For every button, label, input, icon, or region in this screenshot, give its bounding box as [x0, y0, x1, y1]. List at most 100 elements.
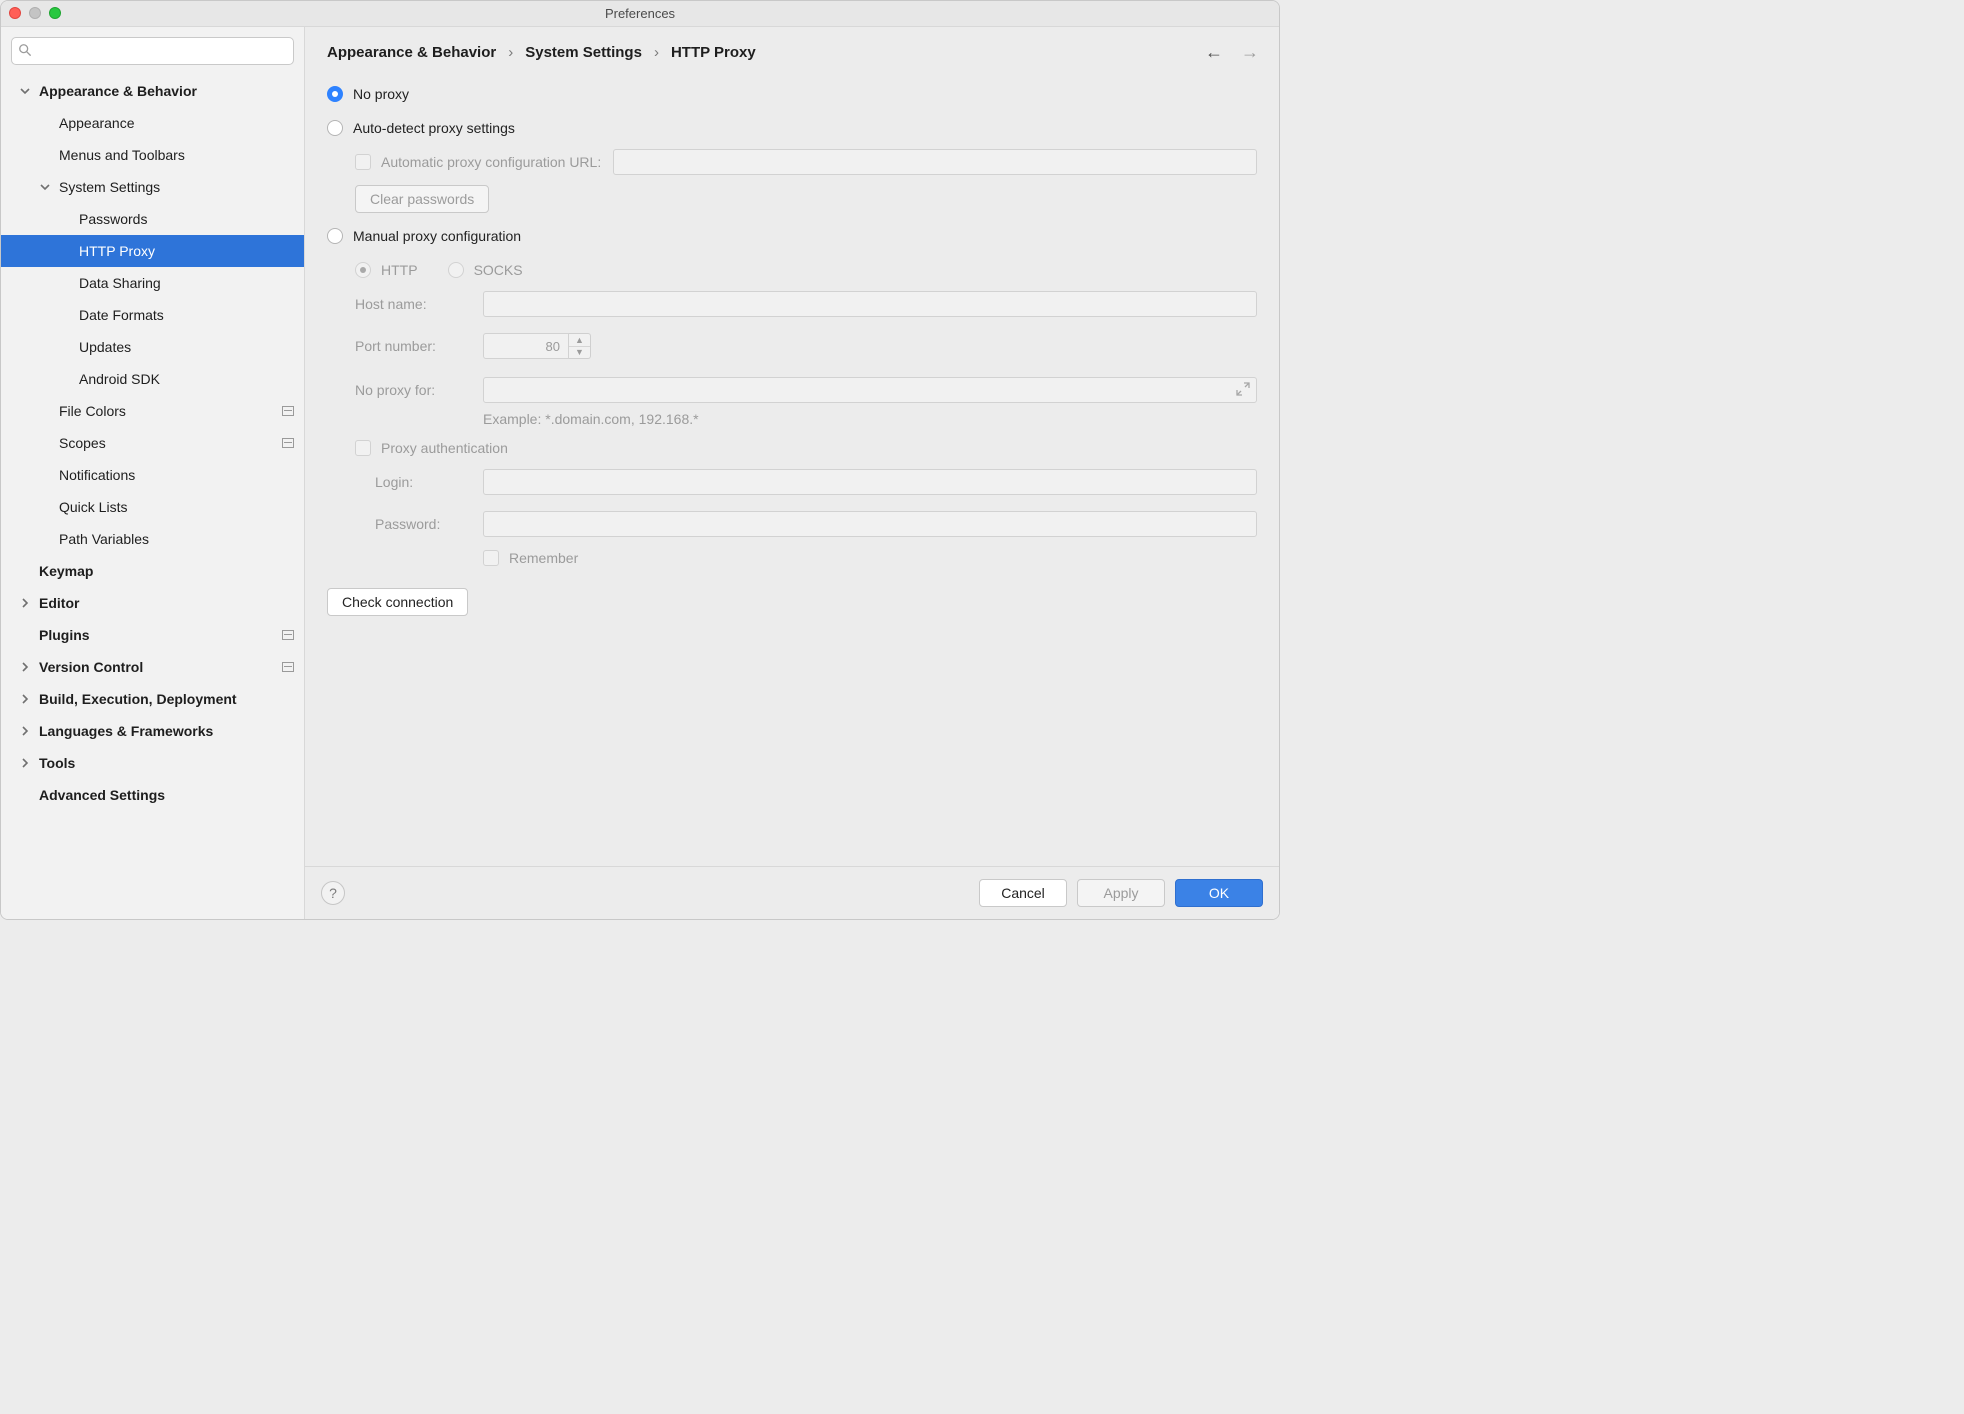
search-input[interactable] — [38, 44, 287, 59]
breadcrumb-part[interactable]: System Settings — [525, 44, 642, 61]
tree-item-label: Scopes — [59, 436, 282, 450]
search-icon — [18, 43, 32, 60]
tree-item[interactable]: HTTP Proxy — [1, 235, 304, 267]
host-name-input[interactable] — [483, 291, 1257, 317]
tree-item[interactable]: Path Variables — [1, 523, 304, 555]
tree-item[interactable]: Appearance — [1, 107, 304, 139]
nav-back-icon[interactable]: ← — [1205, 43, 1223, 61]
tree-item-label: Editor — [39, 596, 294, 610]
tree-item-label: Keymap — [39, 564, 294, 578]
tree-item-label: Date Formats — [79, 308, 294, 322]
check-connection-button[interactable]: Check connection — [327, 588, 468, 616]
tree-item[interactable]: Appearance & Behavior — [1, 75, 304, 107]
tree-item[interactable]: Quick Lists — [1, 491, 304, 523]
apply-button[interactable]: Apply — [1077, 879, 1165, 907]
tree-item[interactable]: Advanced Settings — [1, 779, 304, 811]
sidebar: Appearance & BehaviorAppearanceMenus and… — [1, 27, 305, 919]
tree-item[interactable]: Android SDK — [1, 363, 304, 395]
tree-item[interactable]: Keymap — [1, 555, 304, 587]
tree-item-label: HTTP Proxy — [79, 244, 294, 258]
login-label: Login: — [375, 474, 483, 490]
password-input[interactable] — [483, 511, 1257, 537]
tree-item[interactable]: System Settings — [1, 171, 304, 203]
search-box[interactable] — [11, 37, 294, 65]
nav-forward-icon[interactable]: → — [1241, 43, 1259, 61]
tree-item[interactable]: Updates — [1, 331, 304, 363]
chevron-right-icon[interactable] — [19, 694, 31, 704]
radio-icon — [327, 120, 343, 136]
http-radio[interactable]: HTTP — [355, 262, 418, 278]
minimize-window-icon[interactable] — [29, 7, 41, 19]
port-number-stepper[interactable]: ▲ ▼ — [483, 333, 591, 359]
window-title: Preferences — [605, 6, 675, 21]
dialog-footer: ? Cancel Apply OK — [305, 866, 1279, 919]
socks-radio[interactable]: SOCKS — [448, 262, 523, 278]
help-icon[interactable]: ? — [321, 881, 345, 905]
tree-item[interactable]: Languages & Frameworks — [1, 715, 304, 747]
auto-detect-radio[interactable]: Auto-detect proxy settings — [327, 120, 515, 136]
tree-item[interactable]: Version Control — [1, 651, 304, 683]
no-proxy-for-input[interactable] — [483, 377, 1257, 403]
breadcrumb-part[interactable]: HTTP Proxy — [671, 44, 756, 61]
proxy-auth-checkbox[interactable]: Proxy authentication — [355, 440, 508, 456]
tree-item-label: Version Control — [39, 660, 282, 674]
tree-item[interactable]: Editor — [1, 587, 304, 619]
tree-item[interactable]: Build, Execution, Deployment — [1, 683, 304, 715]
tree-item-label: Quick Lists — [59, 500, 294, 514]
breadcrumb: Appearance & Behavior › System Settings … — [327, 44, 756, 61]
auto-url-input[interactable] — [613, 149, 1257, 175]
chevron-right-icon[interactable] — [19, 662, 31, 672]
radio-label: No proxy — [353, 86, 409, 102]
checkbox-icon — [355, 154, 371, 170]
checkbox-label: Proxy authentication — [381, 440, 508, 456]
clear-passwords-button[interactable]: Clear passwords — [355, 185, 489, 213]
no-proxy-radio[interactable]: No proxy — [327, 86, 409, 102]
tree-item[interactable]: Data Sharing — [1, 267, 304, 299]
chevron-right-icon[interactable] — [19, 726, 31, 736]
checkbox-label: Automatic proxy configuration URL: — [381, 154, 601, 170]
tree-item[interactable]: Scopes — [1, 427, 304, 459]
port-number-input[interactable] — [483, 333, 569, 359]
tree-item-label: Android SDK — [79, 372, 294, 386]
remember-checkbox[interactable]: Remember — [483, 550, 578, 566]
zoom-window-icon[interactable] — [49, 7, 61, 19]
tree-item-label: System Settings — [59, 180, 294, 194]
stepper-down-icon[interactable]: ▼ — [569, 347, 590, 359]
chevron-right-icon: › — [654, 44, 659, 61]
radio-label: SOCKS — [474, 262, 523, 278]
chevron-right-icon[interactable] — [19, 598, 31, 608]
radio-icon — [355, 262, 371, 278]
tree-item-label: Notifications — [59, 468, 294, 482]
tree-item[interactable]: Date Formats — [1, 299, 304, 331]
login-input[interactable] — [483, 469, 1257, 495]
tree-item[interactable]: File Colors — [1, 395, 304, 427]
project-scope-badge-icon — [282, 438, 294, 448]
project-scope-badge-icon — [282, 406, 294, 416]
radio-icon — [448, 262, 464, 278]
ok-button[interactable]: OK — [1175, 879, 1263, 907]
radio-icon — [327, 228, 343, 244]
chevron-down-icon[interactable] — [39, 182, 51, 192]
close-window-icon[interactable] — [9, 7, 21, 19]
tree-item-label: Plugins — [39, 628, 282, 642]
breadcrumb-part[interactable]: Appearance & Behavior — [327, 44, 496, 61]
cancel-button[interactable]: Cancel — [979, 879, 1067, 907]
tree-item[interactable]: Passwords — [1, 203, 304, 235]
tree-item[interactable]: Menus and Toolbars — [1, 139, 304, 171]
manual-proxy-radio[interactable]: Manual proxy configuration — [327, 228, 521, 244]
tree-item-label: File Colors — [59, 404, 282, 418]
radio-label: HTTP — [381, 262, 418, 278]
tree-item[interactable]: Tools — [1, 747, 304, 779]
chevron-down-icon[interactable] — [19, 86, 31, 96]
tree-item-label: Passwords — [79, 212, 294, 226]
radio-icon — [327, 86, 343, 102]
tree-item-label: Tools — [39, 756, 294, 770]
stepper-up-icon[interactable]: ▲ — [569, 334, 590, 347]
auto-url-checkbox[interactable]: Automatic proxy configuration URL: — [355, 154, 601, 170]
example-hint: Example: *.domain.com, 192.168.* — [455, 407, 1257, 431]
checkbox-icon — [355, 440, 371, 456]
tree-item[interactable]: Plugins — [1, 619, 304, 651]
tree-item[interactable]: Notifications — [1, 459, 304, 491]
expand-icon[interactable] — [1235, 381, 1251, 400]
chevron-right-icon[interactable] — [19, 758, 31, 768]
